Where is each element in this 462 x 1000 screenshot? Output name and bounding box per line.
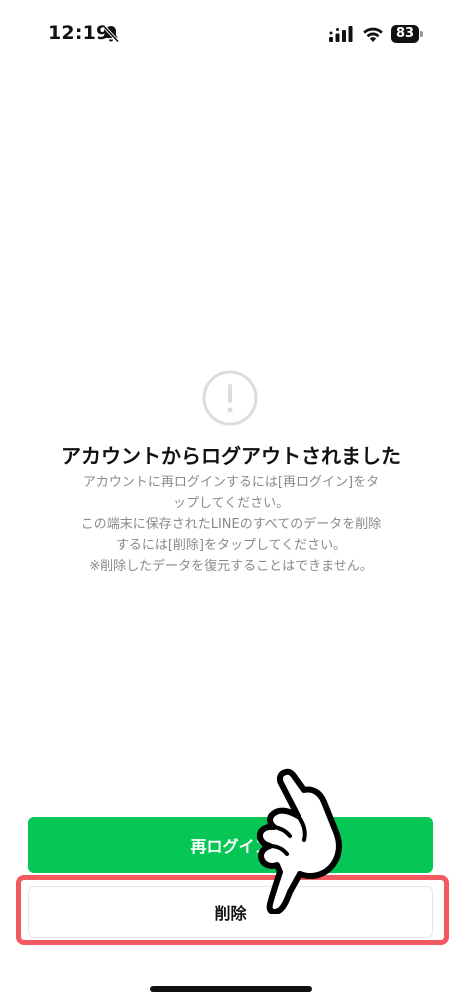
description-line: ※削除したデータを復元することはできません。 bbox=[89, 559, 373, 574]
description-line: アカウントに再ログインするには[再ログイン]をタ bbox=[82, 475, 380, 490]
battery-level: 83 bbox=[391, 25, 419, 43]
battery-cap bbox=[420, 31, 423, 37]
battery-icon: 83 bbox=[391, 25, 425, 43]
description-line: ップしてください。 bbox=[172, 496, 290, 511]
wifi-icon bbox=[363, 27, 383, 42]
description-line: この端末に保存されたLINEのすべてのデータを削除 bbox=[80, 517, 382, 532]
logout-description: アカウントに再ログインするには[再ログイン]をタ ップしてください。 この端末に… bbox=[0, 472, 462, 577]
logout-title: アカウントからログアウトされました bbox=[61, 444, 401, 468]
status-bar: 12:19 83 bbox=[0, 0, 462, 70]
alert-circle-icon bbox=[202, 370, 258, 426]
home-indicator bbox=[150, 986, 312, 992]
description-line: するには[削除]をタップしてください。 bbox=[115, 538, 347, 553]
delete-button[interactable]: 削除 bbox=[28, 886, 433, 938]
relogin-button[interactable]: 再ログイン bbox=[28, 817, 433, 873]
pointing-hand-icon bbox=[256, 768, 342, 914]
bell-muted-icon bbox=[102, 25, 120, 43]
signal-icon bbox=[329, 26, 353, 42]
